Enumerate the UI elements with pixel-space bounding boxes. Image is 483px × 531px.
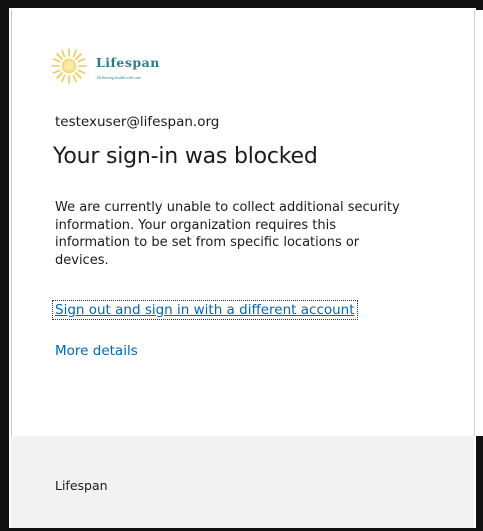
footer-org-name: Lifespan bbox=[55, 478, 108, 493]
sun-icon bbox=[51, 48, 87, 84]
card-edge bbox=[474, 10, 475, 436]
blocked-description: We are currently unable to collect addit… bbox=[55, 199, 455, 269]
account-email: testexuser@lifespan.org bbox=[55, 114, 220, 130]
logo-wordmark: Lifespan bbox=[96, 55, 160, 70]
page-title: Your sign-in was blocked bbox=[53, 144, 318, 169]
footer: Lifespan bbox=[11, 436, 474, 528]
more-details-link[interactable]: More details bbox=[55, 343, 138, 359]
description-line: information. Your organization requires … bbox=[55, 217, 336, 233]
description-line: devices. bbox=[55, 252, 109, 268]
logo-tagline: Delivering health with care bbox=[97, 75, 141, 80]
description-line: information to be set from specific loca… bbox=[55, 235, 360, 250]
description-line: We are currently unable to collect addit… bbox=[55, 200, 400, 215]
lifespan-logo: Lifespan Delivering health with care bbox=[49, 46, 199, 86]
signout-different-account-link[interactable]: Sign out and sign in with a different ac… bbox=[52, 300, 358, 320]
